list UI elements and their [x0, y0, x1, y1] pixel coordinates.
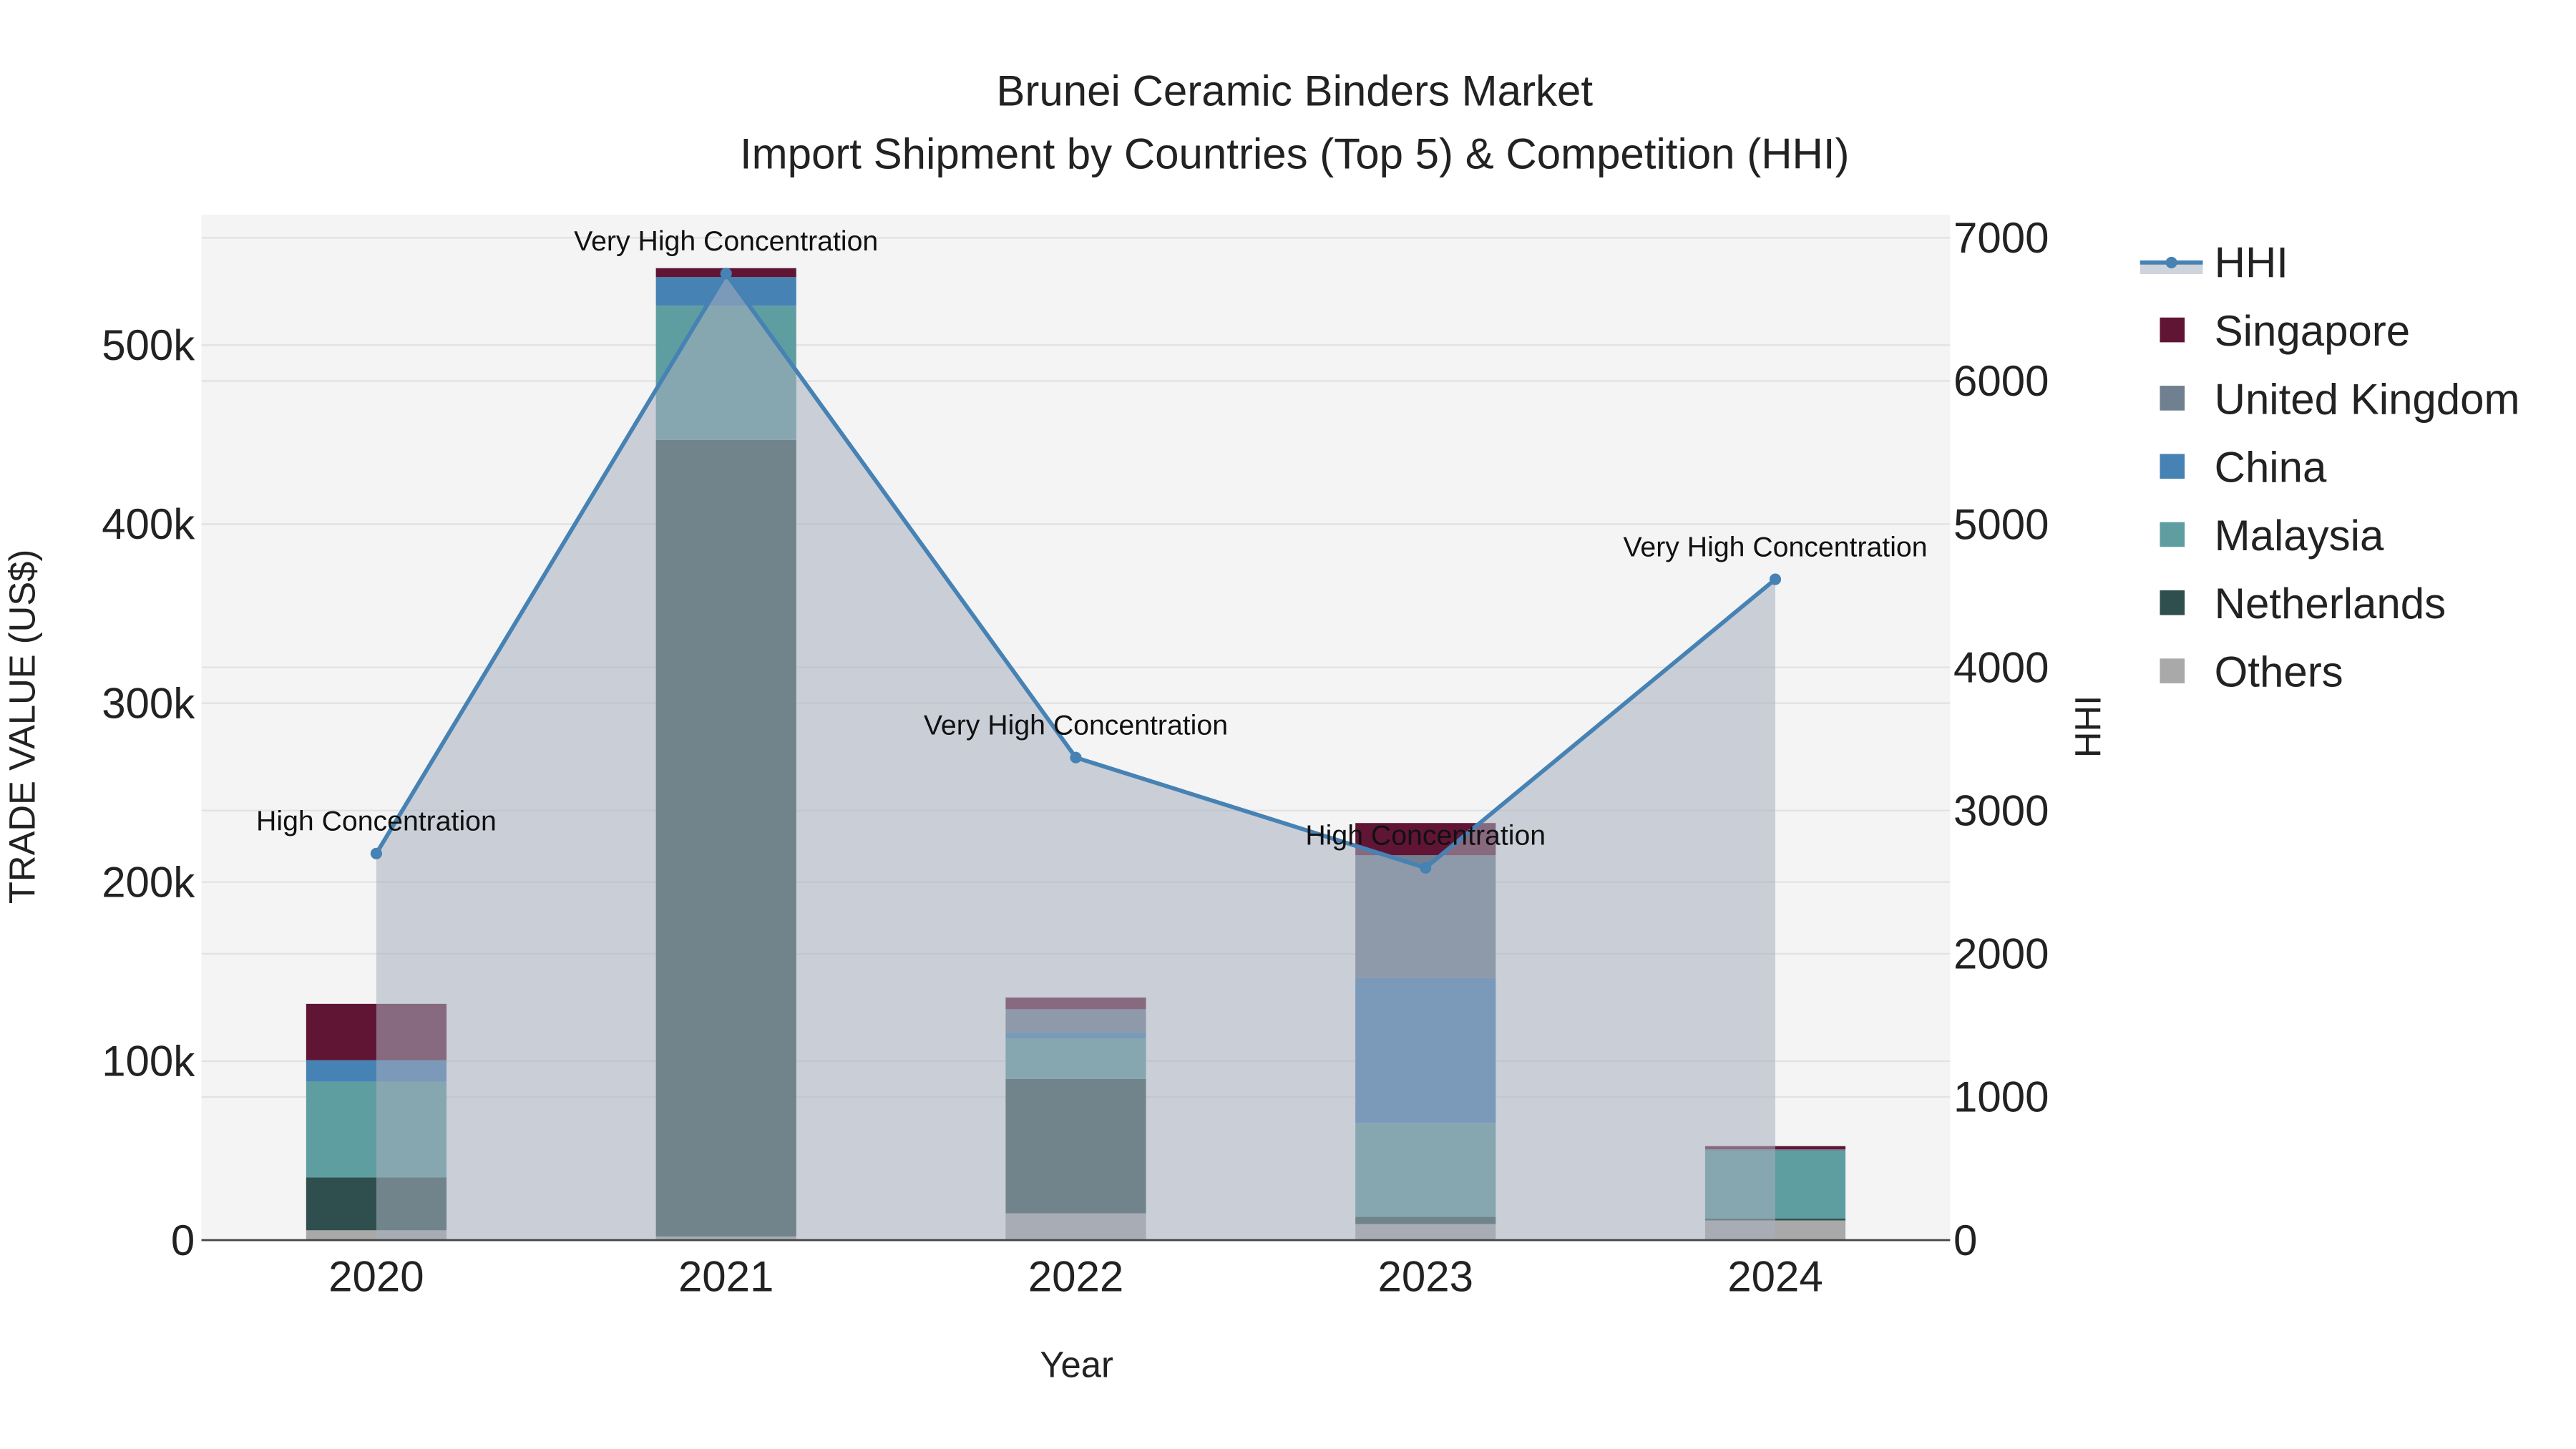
legend-label: Others [2215, 648, 2343, 696]
y-tick-label: 200k [102, 859, 195, 907]
legend-label: Netherlands [2215, 580, 2446, 628]
y2-tick-label: 4000 [1953, 643, 2049, 691]
hhi-annotation: Very High Concentration [574, 225, 878, 257]
hhi-point [1070, 751, 1082, 763]
y2-tick-label: 2000 [1953, 930, 2049, 978]
chart-title: Brunei Ceramic Binders Market [996, 67, 1593, 115]
y2-axis-title: HHI [2067, 696, 2108, 758]
legend-swatch-china [2160, 454, 2185, 479]
hhi-annotation: Very High Concentration [924, 709, 1228, 741]
legend-swatch-malaysia [2160, 522, 2185, 547]
x-tick-label: 2022 [1028, 1253, 1123, 1301]
x-tick-label: 2024 [1727, 1253, 1823, 1301]
chart: Brunei Ceramic Binders Market Import Shi… [1, 67, 2520, 1385]
x-axis-title: Year [1040, 1345, 1113, 1385]
hhi-point [1769, 573, 1782, 585]
y2-tick-label: 7000 [1953, 214, 2049, 262]
legend-label: United Kingdom [2215, 375, 2520, 423]
legend: HHI Singapore United Kingdom China Malaysia N… [2140, 239, 2520, 696]
legend-marker-hhi [2165, 256, 2177, 268]
hhi-annotation: High Concentration [1305, 819, 1546, 851]
y-tick-label: 500k [102, 321, 195, 369]
legend-swatch-others [2160, 658, 2185, 683]
y-tick-label: 300k [102, 679, 195, 727]
x-tick-label: 2023 [1377, 1253, 1473, 1301]
hhi-annotation: Very High Concentration [1623, 531, 1927, 562]
hhi-point [720, 268, 732, 280]
chart-subtitle: Import Shipment by Countries (Top 5) & C… [740, 130, 1850, 177]
y2-tick-label: 1000 [1953, 1073, 2049, 1121]
legend-label: Malaysia [2215, 512, 2384, 560]
y2-tick-label: 6000 [1953, 357, 2049, 405]
legend-label: Singapore [2215, 307, 2411, 355]
x-tick-label: 2021 [678, 1253, 774, 1301]
y-axis-title: TRADE VALUE (US$) [1, 550, 42, 904]
x-tick-label: 2020 [328, 1253, 424, 1301]
y2-tick-label: 3000 [1953, 787, 2049, 835]
legend-swatch-united-kingdom [2160, 386, 2185, 411]
hhi-point [370, 847, 382, 859]
y2-tick-label: 0 [1953, 1216, 1977, 1264]
legend-swatch-netherlands [2160, 590, 2185, 615]
legend-swatch-singapore [2160, 317, 2185, 343]
y-tick-label: 0 [171, 1216, 195, 1264]
y-tick-label: 400k [102, 500, 195, 548]
hhi-point [1420, 862, 1432, 874]
y2-tick-label: 5000 [1953, 500, 2049, 548]
legend-label: HHI [2215, 239, 2288, 287]
y-tick-label: 100k [102, 1038, 195, 1085]
hhi-annotation: High Concentration [256, 805, 497, 836]
legend-label: China [2215, 444, 2327, 492]
